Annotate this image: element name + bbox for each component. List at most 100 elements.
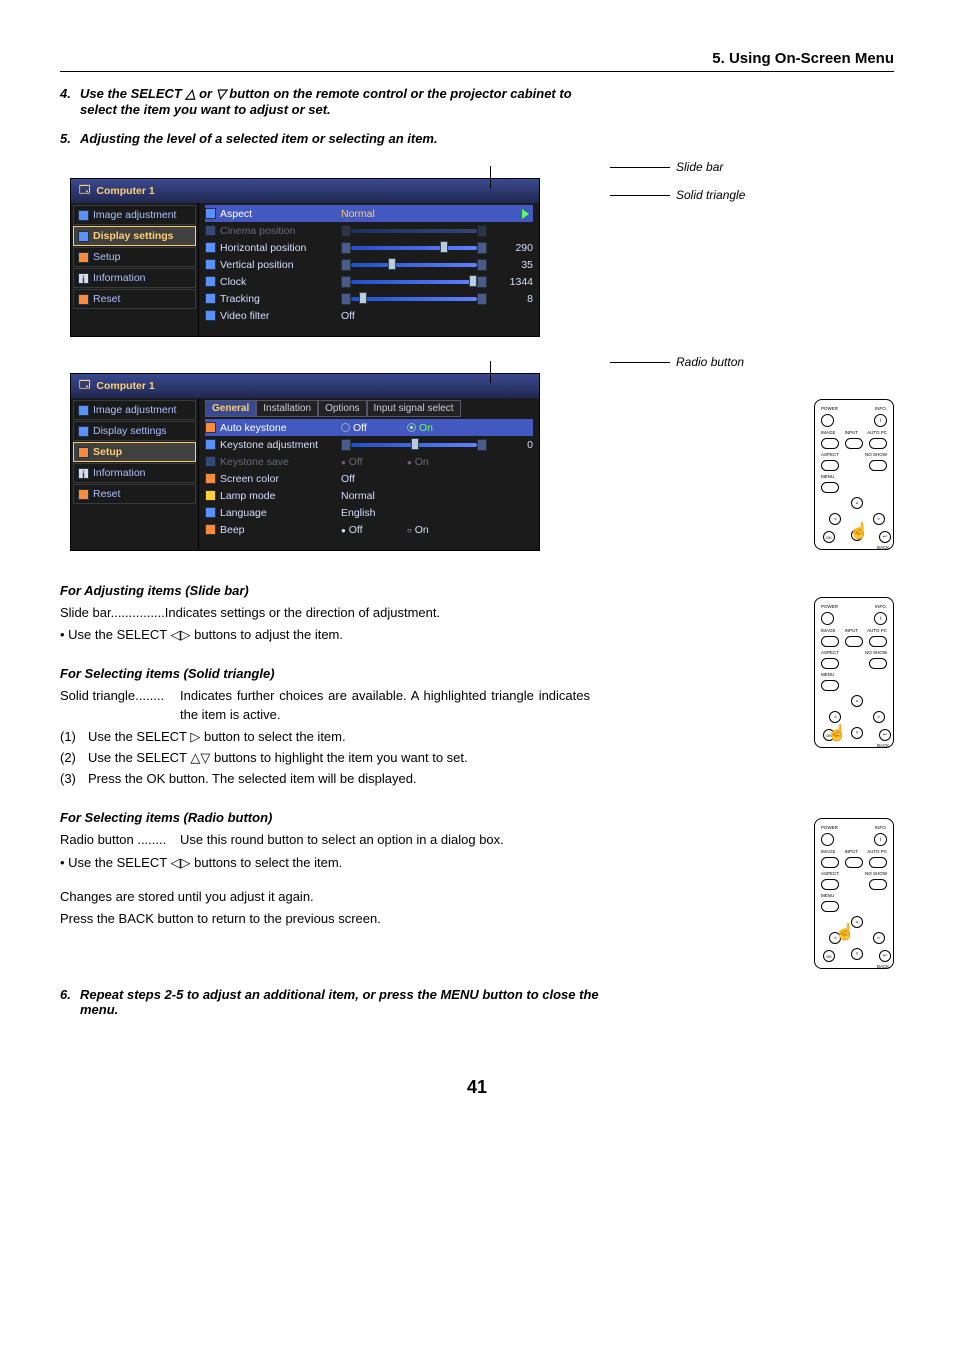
- sidebar-image-adjustment[interactable]: Image adjustment: [73, 205, 196, 225]
- remote-illustration-2: POWERINFO. i IMAGEINPUTAUTO PC ASPECTNO …: [814, 597, 894, 748]
- image-button[interactable]: [821, 438, 839, 449]
- display-icon: 🗔: [79, 182, 90, 200]
- sidebar-display-settings[interactable]: Display settings: [73, 421, 196, 441]
- row-screen-color[interactable]: Screen colorOff: [205, 470, 533, 487]
- osd-display-settings: 🗔Computer 1 Image adjustment Display set…: [70, 178, 540, 337]
- row-video-filter[interactable]: Video filterOff: [205, 307, 533, 324]
- clock-icon: [205, 276, 216, 287]
- row-auto-keystone[interactable]: Auto keystoneOffOn: [205, 419, 533, 436]
- slider-hpos[interactable]: [341, 243, 487, 253]
- sidebar-setup[interactable]: Setup: [73, 247, 196, 267]
- select-up-button[interactable]: ▵: [851, 695, 863, 707]
- step-5-text: Adjusting the level of a selected item o…: [80, 131, 894, 146]
- sidebar-information[interactable]: iInformation: [73, 268, 196, 288]
- row-clock[interactable]: Clock1344: [205, 273, 533, 290]
- row-aspect[interactable]: AspectNormal: [205, 205, 533, 222]
- row-vertical-position[interactable]: Vertical position35: [205, 256, 533, 273]
- slider-clock[interactable]: [341, 277, 487, 287]
- heading-radio-button: For Selecting items (Radio button): [60, 810, 590, 825]
- row-horizontal-position[interactable]: Horizontal position290: [205, 239, 533, 256]
- tab-input-signal-select[interactable]: Input signal select: [367, 400, 461, 417]
- dpad: ▵ ◃ ▹ ▿ OK ↩ ☝ BACK: [821, 497, 887, 545]
- cinema-icon: [205, 225, 216, 236]
- image-button[interactable]: [821, 636, 839, 647]
- sidebar-reset[interactable]: Reset: [73, 484, 196, 504]
- slider-cinema: [341, 226, 487, 236]
- select-right-button[interactable]: ▹: [873, 932, 885, 944]
- autopc-button[interactable]: [869, 636, 887, 647]
- radio-on-icon[interactable]: [407, 423, 416, 432]
- aspect-button[interactable]: [821, 658, 839, 669]
- sidebar-setup[interactable]: Setup: [73, 442, 196, 462]
- image-button[interactable]: [821, 857, 839, 868]
- osd1-sidebar: Image adjustment Display settings Setup …: [71, 203, 199, 336]
- tab-options[interactable]: Options: [318, 400, 366, 417]
- slider-keystone[interactable]: [341, 440, 487, 450]
- callout-radio-button: Radio button: [676, 355, 744, 369]
- noshow-button[interactable]: [869, 658, 887, 669]
- def-slide-bar: Slide bar...............Indicates settin…: [60, 604, 590, 622]
- power-button[interactable]: [821, 833, 834, 846]
- back-button[interactable]: ↩: [879, 950, 891, 962]
- sidebar-display-settings[interactable]: Display settings: [73, 226, 196, 246]
- tab-installation[interactable]: Installation: [256, 400, 318, 417]
- input-button[interactable]: [845, 438, 863, 449]
- noshow-button[interactable]: [869, 460, 887, 471]
- row-language[interactable]: LanguageEnglish: [205, 504, 533, 521]
- row-tracking[interactable]: Tracking8: [205, 290, 533, 307]
- info-button[interactable]: i: [874, 414, 887, 427]
- input-button[interactable]: [845, 636, 863, 647]
- back-button[interactable]: ↩: [879, 729, 891, 741]
- power-button[interactable]: [821, 414, 834, 427]
- gear-icon: [78, 447, 89, 458]
- ok-button[interactable]: OK: [823, 950, 835, 962]
- row-keystone-adjustment[interactable]: Keystone adjustment0: [205, 436, 533, 453]
- vfilter-icon: [205, 310, 216, 321]
- select-right-button[interactable]: ▹: [873, 513, 885, 525]
- step-5-num: 5.: [60, 131, 80, 146]
- select-left-button[interactable]: ◃: [829, 513, 841, 525]
- aspect-button[interactable]: [821, 879, 839, 890]
- ok-button[interactable]: OK: [823, 531, 835, 543]
- heading-solid-triangle: For Selecting items (Solid triangle): [60, 666, 590, 681]
- power-button[interactable]: [821, 612, 834, 625]
- select-down-button[interactable]: ▿: [851, 727, 863, 739]
- autopc-button[interactable]: [869, 438, 887, 449]
- menu-button[interactable]: [821, 680, 839, 691]
- radio-after2: Press the BACK button to return to the p…: [60, 910, 590, 928]
- sidebar-reset[interactable]: Reset: [73, 289, 196, 309]
- callout-solid-triangle: Solid triangle: [676, 188, 745, 202]
- triangle-steps: (1)Use the SELECT ▷ button to select the…: [60, 728, 590, 789]
- sidebar-image-adjustment[interactable]: Image adjustment: [73, 400, 196, 420]
- sidebar-information[interactable]: iInformation: [73, 463, 196, 483]
- select-left-button[interactable]: ◃: [829, 711, 841, 723]
- page-icon: [78, 426, 89, 437]
- autopc-button[interactable]: [869, 857, 887, 868]
- select-down-button[interactable]: ▿: [851, 948, 863, 960]
- back-button[interactable]: ↩: [879, 531, 891, 543]
- select-up-button[interactable]: ▵: [851, 497, 863, 509]
- vpos-icon: [205, 259, 216, 270]
- select-right-button[interactable]: ▹: [873, 711, 885, 723]
- reset-icon: [78, 489, 89, 500]
- keystone-adj-icon: [205, 439, 216, 450]
- slider-vpos[interactable]: [341, 260, 487, 270]
- row-beep[interactable]: Beep● Off○ On: [205, 521, 533, 538]
- step-5: 5. Adjusting the level of a selected ite…: [60, 131, 894, 146]
- reset-icon: [78, 294, 89, 305]
- info-button[interactable]: i: [874, 612, 887, 625]
- tab-general[interactable]: General: [205, 400, 256, 417]
- aspect-button[interactable]: [821, 460, 839, 471]
- keystone-icon: [205, 422, 216, 433]
- info-button[interactable]: i: [874, 833, 887, 846]
- osd2-sidebar: Image adjustment Display settings Setup …: [71, 398, 199, 550]
- row-lamp-mode[interactable]: Lamp modeNormal: [205, 487, 533, 504]
- grid-icon: [78, 210, 89, 221]
- menu-button[interactable]: [821, 901, 839, 912]
- noshow-button[interactable]: [869, 879, 887, 890]
- slide-bar-bullet: • Use the SELECT ◁▷ buttons to adjust th…: [60, 626, 590, 644]
- menu-button[interactable]: [821, 482, 839, 493]
- radio-off-icon[interactable]: [341, 423, 350, 432]
- slider-tracking[interactable]: [341, 294, 487, 304]
- input-button[interactable]: [845, 857, 863, 868]
